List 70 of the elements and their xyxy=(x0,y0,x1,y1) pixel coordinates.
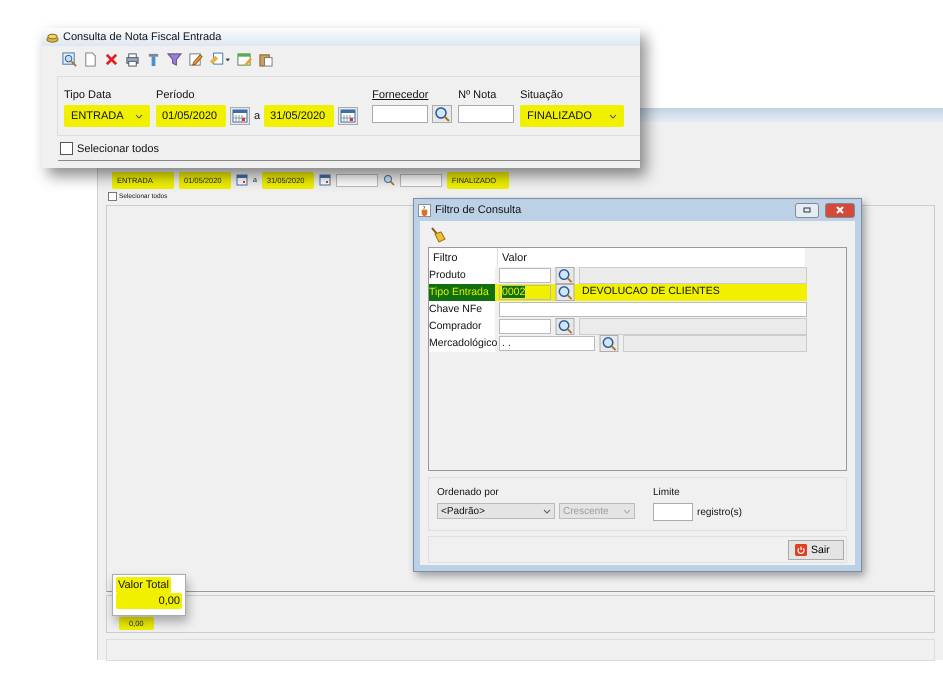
close-button[interactable] xyxy=(825,202,855,218)
code-field[interactable] xyxy=(499,319,551,334)
field-label: Tipo Data xyxy=(64,89,112,101)
x-mark-icon[interactable] xyxy=(104,52,119,66)
calendar-icon[interactable] xyxy=(338,107,358,125)
checkbox[interactable] xyxy=(108,192,117,201)
exit-button[interactable]: Sair xyxy=(788,540,844,560)
filter-icon[interactable] xyxy=(167,52,182,66)
field-label: Nº Nota xyxy=(458,89,498,101)
field-label: Situação xyxy=(520,89,564,101)
field-label: Limite xyxy=(653,487,681,498)
input-field[interactable] xyxy=(372,105,428,123)
input-field[interactable] xyxy=(458,105,514,123)
calendar-icon[interactable] xyxy=(230,107,250,125)
code-field[interactable] xyxy=(499,268,551,283)
caret-icon xyxy=(543,508,551,514)
caret-icon xyxy=(135,114,143,118)
window-title: Filtro de Consulta xyxy=(435,204,522,216)
caret-icon xyxy=(623,508,631,514)
filter-label[interactable]: Mercadológico xyxy=(429,335,495,352)
dropdown[interactable]: FINALIZADO xyxy=(522,107,622,125)
checkbox[interactable] xyxy=(60,142,73,155)
column-header: Valor xyxy=(501,252,527,264)
broom-icon[interactable] xyxy=(430,227,446,243)
total-value: 0,00 xyxy=(158,595,180,607)
filter-label[interactable]: Tipo Entrada xyxy=(429,284,495,301)
caret-icon xyxy=(609,114,618,118)
dropdown[interactable]: ENTRADA xyxy=(66,107,148,125)
search-icon[interactable] xyxy=(599,335,619,352)
code-field[interactable]: 0002 xyxy=(499,285,551,300)
document-icon[interactable] xyxy=(83,52,98,66)
input-field[interactable] xyxy=(336,174,378,186)
clipboard-icon[interactable] xyxy=(258,52,273,66)
window-pencil-icon[interactable] xyxy=(237,52,252,66)
filter-label[interactable]: Chave NFe xyxy=(429,301,495,318)
dropdown[interactable]: <Padrão> xyxy=(437,503,555,519)
limit-field[interactable] xyxy=(653,503,693,521)
input-field[interactable]: . . xyxy=(499,336,595,351)
field-label: Período xyxy=(156,89,196,101)
printer-icon[interactable] xyxy=(125,52,140,66)
description-field: DEVOLUCAO DE CLIENTES xyxy=(579,284,807,301)
date-field[interactable]: 01/05/2020 xyxy=(158,107,224,125)
field-label: Fornecedor xyxy=(372,89,430,101)
search-icon[interactable] xyxy=(62,52,77,66)
tools-icon[interactable] xyxy=(146,52,161,66)
restore-button[interactable] xyxy=(795,202,819,218)
search-icon[interactable] xyxy=(432,105,452,123)
search-icon[interactable] xyxy=(555,318,575,335)
power-icon xyxy=(795,544,807,556)
calendar-icon[interactable] xyxy=(236,174,248,186)
input-field[interactable] xyxy=(499,302,807,317)
field-label: Ordenado por xyxy=(437,487,500,498)
input-field[interactable] xyxy=(400,174,442,186)
checkbox-label: Selecionar todos xyxy=(77,142,159,154)
total-label: Valor Total xyxy=(118,579,169,591)
search-icon[interactable] xyxy=(382,174,395,186)
date-field[interactable]: 31/05/2020 xyxy=(266,107,332,125)
unit-label: registro(s) xyxy=(697,506,742,518)
document-caret-icon[interactable] xyxy=(209,52,231,66)
pencil-icon[interactable] xyxy=(188,52,203,66)
search-icon[interactable] xyxy=(555,267,575,284)
cup-icon xyxy=(418,204,431,216)
filter-label[interactable]: Comprador xyxy=(429,318,495,335)
filter-label[interactable]: Produto xyxy=(429,267,495,284)
restore-icon xyxy=(802,206,812,214)
calendar-icon[interactable] xyxy=(318,174,331,186)
separator-label: a xyxy=(254,110,260,122)
window-title: Consulta de Nota Fiscal Entrada xyxy=(63,31,222,43)
search-icon[interactable] xyxy=(555,284,575,301)
close-icon xyxy=(835,206,845,214)
